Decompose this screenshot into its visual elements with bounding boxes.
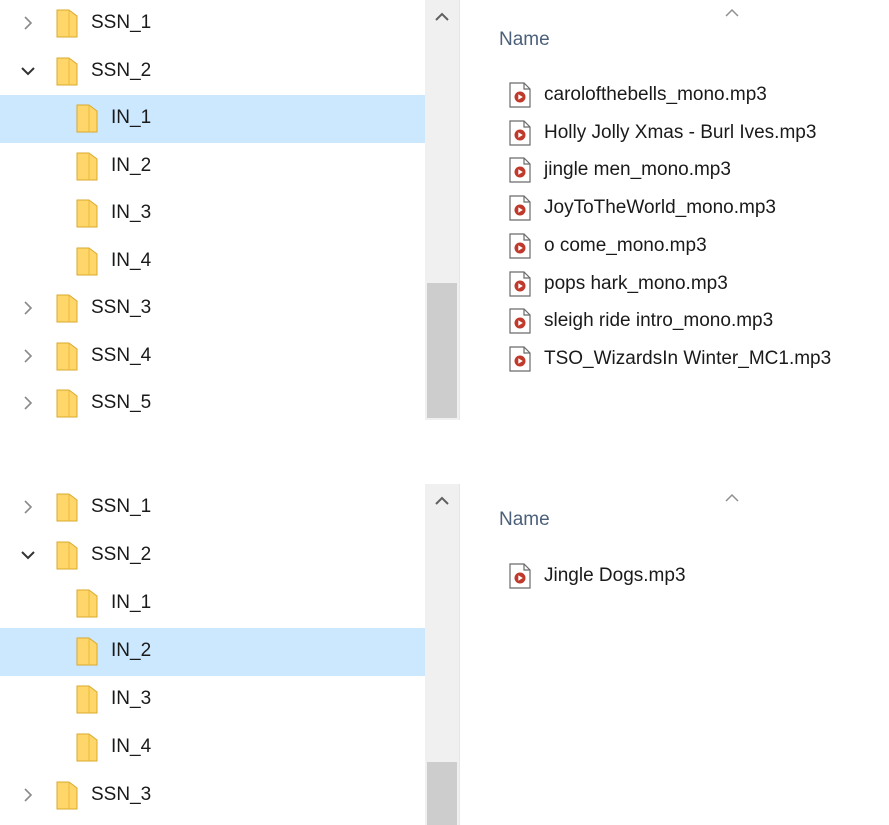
folder-icon bbox=[56, 541, 78, 570]
folder-icon bbox=[56, 493, 78, 522]
tree-item-in-4[interactable]: IN_4 bbox=[0, 724, 425, 772]
tree-item-ssn-3[interactable]: SSN_3 bbox=[0, 285, 425, 333]
chevron-right-icon[interactable] bbox=[17, 12, 39, 34]
folder-icon bbox=[56, 342, 78, 371]
file-name: o come_mono.mp3 bbox=[544, 234, 707, 256]
explorer-panel-top: SSN_1 SSN_2 IN_1 IN_2 IN_3 IN_4 SSN_3 SSN_4 SSN_… bbox=[0, 0, 889, 420]
pane-divider bbox=[459, 0, 460, 420]
audio-file-icon bbox=[509, 270, 531, 297]
column-header-name[interactable]: Name bbox=[499, 508, 550, 532]
file-name: carolofthebells_mono.mp3 bbox=[544, 84, 767, 105]
file-item[interactable]: jingle men_mono.mp3 bbox=[509, 155, 879, 187]
tree-item-label: IN_4 bbox=[111, 249, 152, 271]
tree-item-label: SSN_5 bbox=[91, 392, 152, 413]
tree-item-label: IN_2 bbox=[111, 640, 152, 661]
tree-item-ssn-4[interactable]: SSN_4 bbox=[0, 333, 425, 381]
audio-file-icon bbox=[509, 157, 531, 183]
scroll-up-arrow-icon[interactable] bbox=[433, 494, 451, 508]
folder-icon bbox=[76, 247, 98, 276]
tree-item-ssn-3[interactable]: SSN_3 bbox=[0, 772, 425, 820]
tree-item-ssn-5[interactable]: SSN_5 bbox=[0, 380, 425, 428]
tree-scrollbar[interactable] bbox=[425, 484, 459, 825]
column-header-name[interactable]: Name bbox=[499, 28, 550, 52]
tree-item-label: SSN_1 bbox=[91, 496, 152, 517]
file-item[interactable]: carolofthebells_mono.mp3 bbox=[509, 80, 879, 112]
folder-icon bbox=[76, 199, 98, 228]
folder-icon bbox=[76, 589, 98, 618]
file-item[interactable]: JoyToTheWorld_mono.mp3 bbox=[509, 193, 879, 225]
folder-icon bbox=[56, 781, 78, 810]
tree-item-label: SSN_3 bbox=[91, 784, 152, 805]
file-name: sleigh ride intro_mono.mp3 bbox=[544, 310, 774, 332]
audio-file-icon bbox=[509, 82, 531, 108]
folder-icon bbox=[56, 294, 78, 323]
tree-scrollbar[interactable] bbox=[425, 0, 459, 420]
file-name: Jingle Dogs.mp3 bbox=[544, 565, 686, 586]
folder-icon bbox=[76, 104, 98, 133]
tree-item-ssn-2[interactable]: SSN_2 bbox=[0, 48, 425, 96]
sort-ascending-icon bbox=[725, 493, 739, 502]
chevron-right-icon[interactable] bbox=[17, 392, 39, 414]
explorer-panel-bottom: SSN_1 SSN_2 IN_1 IN_2 IN_3 IN_4 SSN_3 Name Jin… bbox=[0, 484, 889, 825]
folder-icon bbox=[56, 57, 78, 86]
folder-icon bbox=[76, 152, 98, 181]
file-item[interactable]: Holly Jolly Xmas - Burl Ives.mp3 bbox=[509, 118, 879, 150]
tree-item-ssn-2[interactable]: SSN_2 bbox=[0, 532, 425, 580]
file-name: TSO_WizardsIn Winter_MC1.mp3 bbox=[544, 347, 832, 369]
folder-icon bbox=[56, 9, 78, 38]
file-name: Holly Jolly Xmas - Burl Ives.mp3 bbox=[544, 121, 817, 143]
folder-icon bbox=[76, 685, 98, 714]
sort-ascending-icon bbox=[725, 8, 739, 17]
tree-item-in-2[interactable]: IN_2 bbox=[0, 143, 425, 191]
pane-divider bbox=[459, 484, 460, 825]
audio-file-icon bbox=[509, 346, 531, 372]
chevron-right-icon[interactable] bbox=[17, 297, 39, 319]
chevron-right-icon[interactable] bbox=[17, 496, 39, 518]
scroll-up-arrow-icon[interactable] bbox=[433, 10, 451, 24]
audio-file-icon bbox=[509, 308, 531, 334]
file-item[interactable]: Jingle Dogs.mp3 bbox=[509, 561, 879, 593]
chevron-right-icon[interactable] bbox=[17, 784, 39, 806]
audio-file-icon bbox=[509, 563, 531, 589]
folder-icon bbox=[76, 733, 98, 762]
tree-item-label: SSN_1 bbox=[91, 12, 152, 33]
tree-item-in-1[interactable]: IN_1 bbox=[0, 95, 425, 143]
file-item[interactable]: o come_mono.mp3 bbox=[509, 231, 879, 263]
chevron-down-icon[interactable] bbox=[17, 544, 39, 566]
tree-item-in-2[interactable]: IN_2 bbox=[0, 628, 425, 676]
chevron-down-icon[interactable] bbox=[17, 60, 39, 82]
file-item[interactable]: pops hark_mono.mp3 bbox=[509, 269, 879, 301]
tree-item-label: IN_2 bbox=[111, 154, 152, 176]
tree-item-label: SSN_2 bbox=[91, 59, 152, 81]
file-name: JoyToTheWorld_mono.mp3 bbox=[544, 197, 776, 219]
tree-item-label: IN_1 bbox=[111, 592, 152, 613]
audio-file-icon bbox=[509, 195, 531, 221]
file-item[interactable]: TSO_WizardsIn Winter_MC1.mp3 bbox=[509, 344, 879, 376]
tree-item-in-1[interactable]: IN_1 bbox=[0, 580, 425, 628]
tree-item-label: IN_3 bbox=[111, 688, 152, 709]
audio-file-icon bbox=[509, 233, 531, 259]
chevron-right-icon[interactable] bbox=[17, 345, 39, 367]
file-name: pops hark_mono.mp3 bbox=[544, 272, 728, 294]
tree-item-ssn-1[interactable]: SSN_1 bbox=[0, 484, 425, 532]
tree-item-label: IN_4 bbox=[111, 736, 152, 757]
file-name: jingle men_mono.mp3 bbox=[544, 159, 731, 181]
tree-item-in-3[interactable]: IN_3 bbox=[0, 190, 425, 238]
file-item[interactable]: sleigh ride intro_mono.mp3 bbox=[509, 306, 879, 338]
folder-icon bbox=[56, 389, 78, 418]
tree-item-label: IN_3 bbox=[111, 202, 152, 223]
audio-file-icon bbox=[509, 120, 531, 146]
folder-icon bbox=[76, 637, 98, 666]
tree-item-label: SSN_4 bbox=[91, 344, 152, 366]
tree-item-label: SSN_3 bbox=[91, 297, 152, 318]
scrollbar-thumb[interactable] bbox=[427, 283, 457, 418]
scrollbar-thumb[interactable] bbox=[427, 762, 457, 825]
tree-item-label: IN_1 bbox=[111, 107, 152, 128]
tree-item-label: SSN_2 bbox=[91, 544, 152, 565]
tree-item-ssn-1[interactable]: SSN_1 bbox=[0, 0, 425, 48]
tree-item-in-3[interactable]: IN_3 bbox=[0, 676, 425, 724]
tree-item-in-4[interactable]: IN_4 bbox=[0, 238, 425, 286]
